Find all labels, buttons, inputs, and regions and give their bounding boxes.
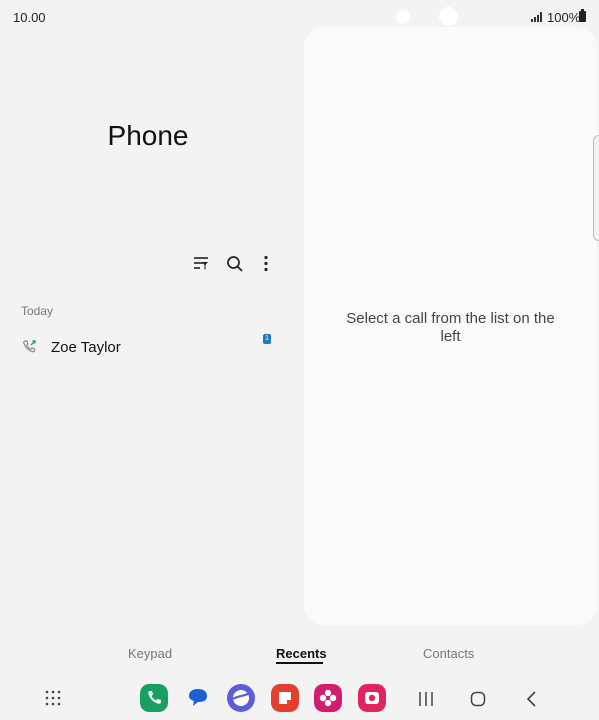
outgoing-call-icon bbox=[23, 340, 36, 353]
app-drawer-icon[interactable] bbox=[45, 690, 61, 706]
contact-name: Zoe Taylor bbox=[51, 339, 121, 356]
battery-percentage: 100% bbox=[547, 10, 581, 25]
camera-app-icon[interactable] bbox=[358, 684, 386, 712]
back-icon[interactable] bbox=[524, 691, 540, 707]
empty-detail-message: Select a call from the list on the left bbox=[346, 310, 555, 345]
more-options-icon[interactable] bbox=[255, 254, 277, 274]
filter-icon[interactable] bbox=[190, 254, 212, 274]
gallery-app-icon[interactable] bbox=[314, 684, 342, 712]
notes-app-icon[interactable] bbox=[271, 684, 299, 712]
phone-app-icon[interactable] bbox=[140, 684, 168, 712]
battery-icon bbox=[579, 9, 586, 22]
front-camera-cutout-large bbox=[439, 7, 458, 26]
navigation-bar bbox=[0, 680, 599, 720]
call-count-badge: 1 bbox=[263, 334, 271, 344]
messages-app-icon[interactable] bbox=[184, 684, 212, 712]
status-time: 10.00 bbox=[13, 10, 46, 25]
tab-recents[interactable]: Recents bbox=[276, 646, 327, 661]
internet-app-icon[interactable] bbox=[227, 684, 255, 712]
call-log-row[interactable]: Zoe Taylor 1 bbox=[0, 330, 296, 364]
tab-keypad[interactable]: Keypad bbox=[128, 646, 172, 661]
home-icon[interactable] bbox=[470, 691, 486, 707]
page-title: Phone bbox=[107, 120, 189, 151]
signal-icon bbox=[531, 12, 542, 22]
active-tab-indicator bbox=[276, 662, 323, 664]
call-detail-panel: Select a call from the list on the left bbox=[304, 27, 597, 625]
edge-panel-handle[interactable] bbox=[593, 135, 599, 241]
recent-apps-icon[interactable] bbox=[418, 691, 434, 707]
section-header-today: Today bbox=[21, 304, 54, 318]
bottom-tabs: Keypad Recents Contacts bbox=[0, 640, 599, 670]
tab-contacts[interactable]: Contacts bbox=[423, 646, 474, 661]
front-camera-cutout bbox=[396, 10, 410, 24]
search-icon[interactable] bbox=[224, 254, 246, 274]
